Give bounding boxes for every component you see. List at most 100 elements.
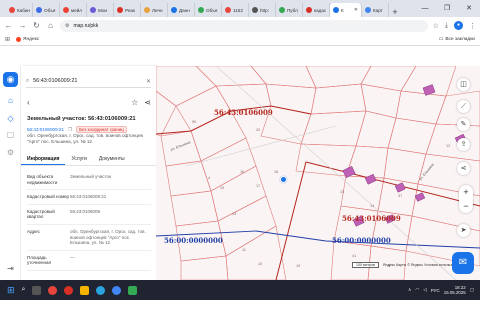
share-icon[interactable]: ⋖ [144,98,151,107]
bookmark-star-icon[interactable]: ☆ [433,22,439,30]
browser-tab[interactable]: Объя [195,3,222,17]
info-key: Кадастровый квартал [27,208,55,220]
language-indicator[interactable]: РУС [431,288,440,293]
search-bar[interactable]: ⌕ 56:43:0106009:21 ✕ [26,75,151,88]
all-bookmarks-button[interactable]: ▭ Все закладки [439,37,475,42]
tab-favicon-icon [117,7,123,13]
copy-icon[interactable]: ❐ [68,127,72,133]
logout-icon[interactable]: ⇥ [4,262,17,275]
browser-tab[interactable]: мейл [60,3,87,17]
tab-favicon-icon [90,7,96,13]
info-value: Земельный участок [70,174,111,179]
info-value: обл. Оренбургская, г. Орск, сад. тов. во… [70,228,146,246]
profile-avatar[interactable]: ● [454,21,463,30]
favorite-star-icon[interactable]: ☆ [131,98,138,107]
bookmark-label: Яндекс [23,37,40,42]
location-pin-icon[interactable] [280,176,287,183]
close-window-button[interactable]: ✕ [458,0,480,17]
browser-tab[interactable]: Мои [87,3,114,17]
ruler-icon[interactable]: ⟋ [457,100,470,113]
forward-icon[interactable]: → [18,21,27,30]
yandex-browser-icon[interactable] [48,285,58,295]
home-icon[interactable]: ⌂ [46,21,55,30]
browser-toolbar: ← → ↻ ⌂ ⚙ map.ru/pkk ☆ ⤓ ● ⋮ [0,17,480,34]
bookmark-item[interactable]: Яндекс [16,37,39,42]
layers-rail-icon[interactable]: ◇ [4,112,17,125]
yandex-icon [16,37,22,42]
reload-icon[interactable]: ↻ [32,21,41,30]
browser-tab-active[interactable]: К ✕ [330,3,362,17]
geolocation-icon[interactable]: ➤ [457,224,470,237]
address-bar-url: map.ru/pkk [73,22,99,29]
windows-start-icon[interactable]: ⊞ [7,285,15,296]
search-icon: ⌕ [26,77,30,84]
zoom-in-button[interactable]: + [459,185,473,199]
tab-documents[interactable]: Документы [93,153,131,165]
notifications-icon[interactable]: ▢ [470,287,474,293]
chat-button[interactable]: ✉ [452,252,474,274]
bottom-margin [0,300,480,320]
edit-icon[interactable]: ✎ [457,118,470,131]
browser-tab[interactable]: Карт [362,3,389,17]
search-taskbar-icon[interactable]: ⌕ [22,286,26,294]
cadastral-number-link[interactable]: 56:43:0106009:21 [27,127,64,132]
tab-label: Реак [125,7,135,13]
object-info-panel: ⌕ 56:43:0106009:21 ✕ ‹ ☆ ⋖ Земельный уча… [21,66,156,280]
browser-tab[interactable]: 1152 [222,3,249,17]
new-tab-button[interactable]: + [389,7,401,17]
menu-icon[interactable]: ⋮ [469,22,476,30]
browser-tab[interactable]: Данн [168,3,195,17]
browser-tab[interactable]: Реак [114,3,141,17]
telegram-icon[interactable] [96,285,106,295]
app-icon[interactable] [128,285,138,295]
browser-tab[interactable]: Кабин [6,3,33,17]
maximize-button[interactable]: ❐ [436,0,458,17]
documents-rail-icon[interactable]: ▢ [4,128,17,141]
network-icon[interactable]: ◠ [415,287,419,293]
clock[interactable]: 18:22 15.05.2025 [444,285,466,296]
close-tab-icon[interactable]: ✕ [354,7,358,13]
cadastral-map[interactable]: 56:43:0106009 56:43:0106009 56:00:000000… [156,66,480,280]
settings-rail-icon[interactable]: ⚙ [4,146,17,159]
tab-favicon-icon [333,7,339,13]
tab-favicon-icon [63,7,69,13]
opera-icon[interactable] [64,285,74,295]
file-explorer-icon[interactable] [80,285,90,295]
back-arrow-icon[interactable]: ‹ [27,98,30,107]
bookmarks-bar: ⊞ Яндекс ▭ Все закладки [0,34,480,46]
apps-grid-icon[interactable]: ⊞ [5,36,10,43]
browser-tab[interactable]: Личн [141,3,168,17]
address-bar[interactable]: ⚙ map.ru/pkk [60,19,428,32]
browser-tab[interactable]: http: [249,3,276,17]
downloads-icon[interactable]: ⤓ [445,22,448,30]
info-table: Вид объекта недвижимости Земельный участо… [27,170,151,271]
site-info-icon[interactable]: ⚙ [65,23,69,29]
browser-tab[interactable]: Публ [276,3,303,17]
share-map-icon[interactable]: ⋖ [457,162,470,175]
layers-button[interactable]: ◫ [457,78,470,91]
browser-tab[interactable]: Объя [33,3,60,17]
tab-label: Публ [287,7,298,13]
tab-services[interactable]: Услуги [65,153,92,165]
search-input[interactable]: 56:43:0106009:21 [33,78,77,84]
service-logo-icon[interactable]: ◉ [3,72,18,87]
folder-icon: ▭ [438,37,444,42]
upload-icon[interactable]: ⇪ [457,138,470,151]
parcel-number: 4 [208,176,211,180]
parcel-number: 11 [242,248,246,252]
browser-tab-strip: Кабин Объя мейл Мои Реак Личн Данн Объя … [0,0,480,17]
tab-favicon-icon [171,7,177,13]
back-icon[interactable]: ← [4,21,13,30]
tab-information[interactable]: Информация [21,153,66,165]
volume-icon[interactable]: ◁ [423,287,426,293]
taskview-icon[interactable] [32,285,42,295]
browser-tab[interactable]: кадас [303,3,330,17]
tab-label: 1152 [233,7,243,13]
tray-chevron-icon[interactable]: ∧ [408,287,411,293]
chrome-icon[interactable] [112,285,122,295]
clear-search-icon[interactable]: ✕ [146,78,151,85]
info-key: Адрес [27,228,40,234]
minimize-button[interactable]: — [414,0,436,17]
home-rail-icon[interactable]: ⌂ [4,94,17,107]
zoom-out-button[interactable]: − [459,199,473,213]
